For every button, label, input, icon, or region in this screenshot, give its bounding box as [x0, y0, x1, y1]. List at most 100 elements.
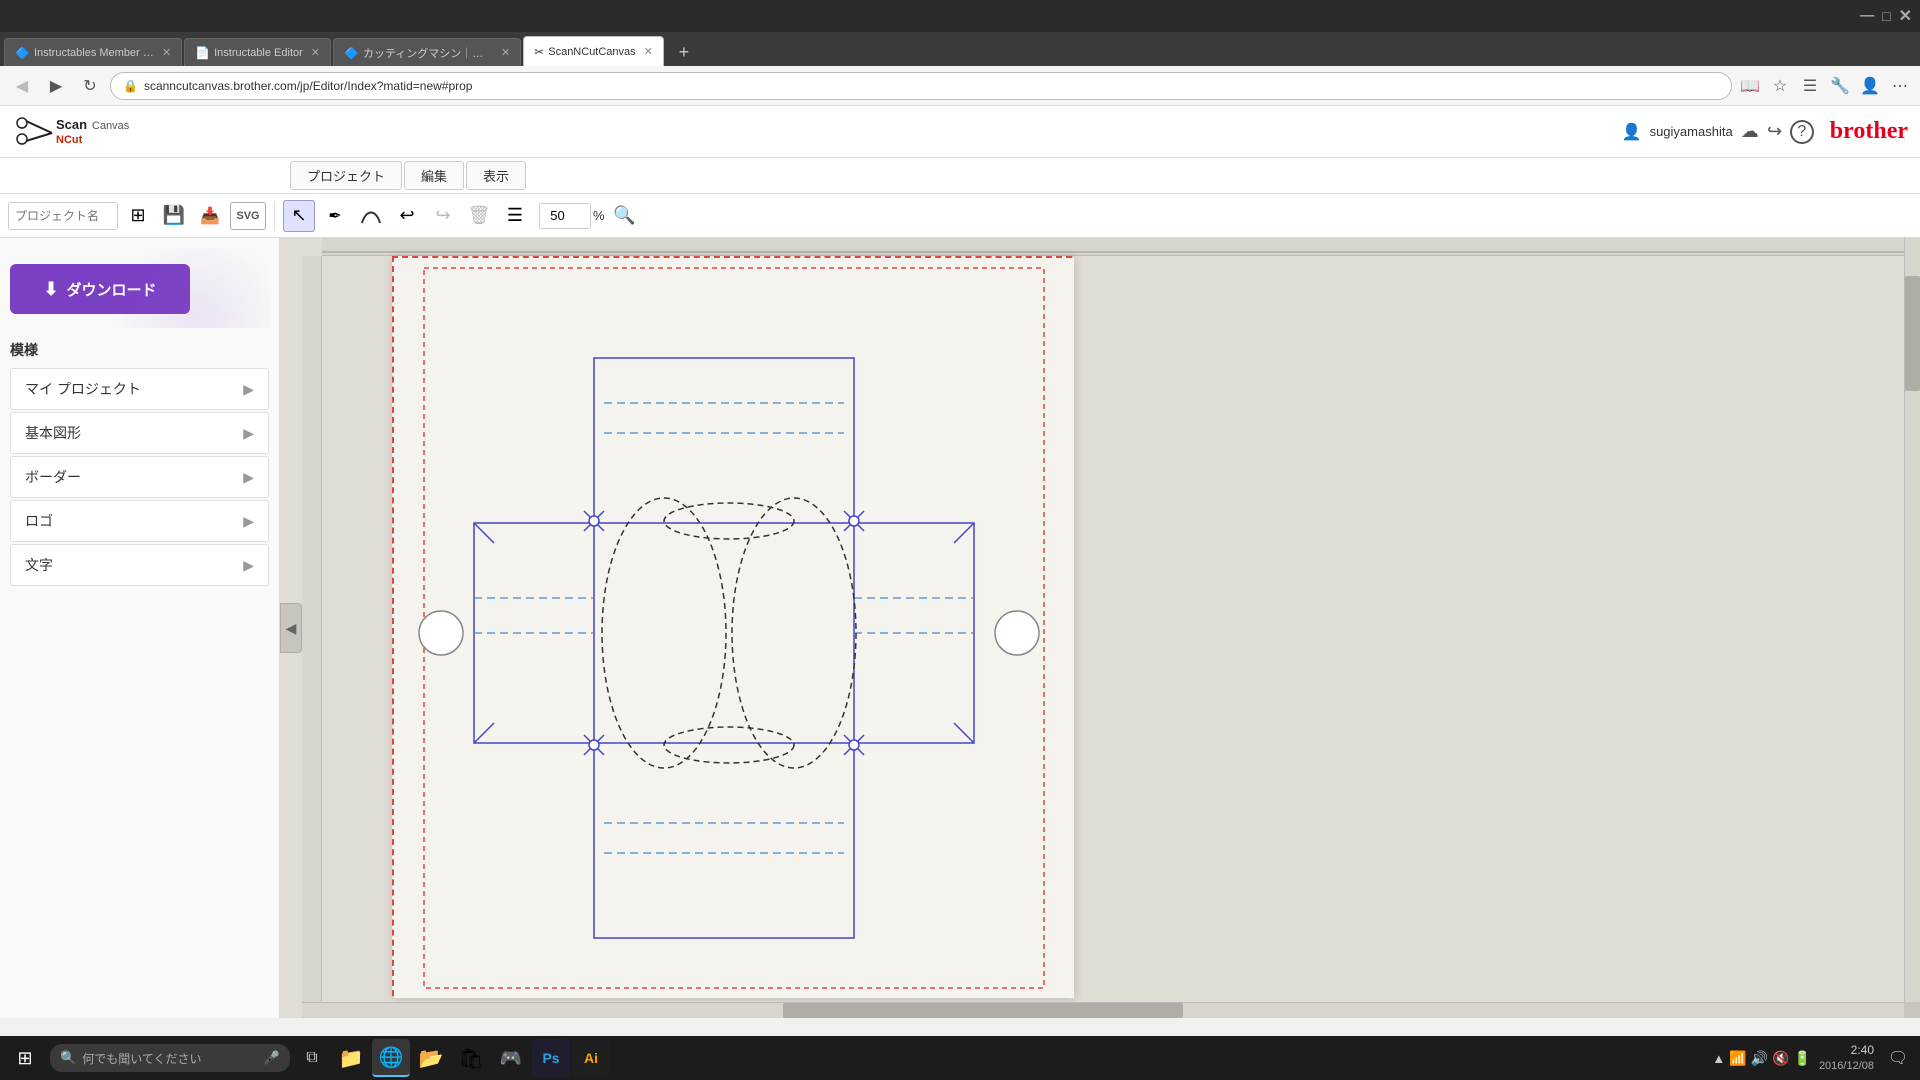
brother-brand-logo: brother [1830, 118, 1908, 145]
new-tab-button[interactable]: + [670, 38, 698, 66]
taskbar-clock[interactable]: 2:40 2016/12/08 [1819, 1043, 1874, 1073]
reload-button[interactable]: ↻ [76, 72, 104, 100]
cutting-mat[interactable] [392, 256, 1072, 996]
profile-button[interactable]: 👤 [1858, 74, 1882, 98]
back-button[interactable]: ◀ [8, 72, 36, 100]
sidebar-item-basic-shapes[interactable]: 基本図形 ▶ [10, 412, 269, 454]
taskbar-app-edge[interactable]: 🌐 [372, 1039, 410, 1077]
undo-button[interactable]: ↩ [391, 200, 423, 232]
username-label: sugiyamashita [1650, 124, 1733, 139]
menu-view[interactable]: 表示 [466, 161, 526, 190]
app-header: Scan NCut Canvas 👤 sugiyamashita ☁ ↩ ? b… [0, 106, 1920, 158]
curve-tool[interactable] [355, 200, 387, 232]
start-button[interactable]: ⊞ [6, 1039, 44, 1077]
svg-text:Canvas: Canvas [92, 120, 130, 132]
extensions-button[interactable]: 🔧 [1828, 74, 1852, 98]
menu-project[interactable]: プロジェクト [290, 161, 402, 190]
chevron-right-icon-3: ▶ [243, 469, 254, 486]
tab-close-2[interactable]: ✕ [311, 46, 320, 59]
sidebar-item-logo[interactable]: ロゴ ▶ [10, 500, 269, 542]
canvas-area: ◀ [280, 238, 1920, 1018]
save-button[interactable]: 💾 [158, 200, 190, 232]
reader-view-button[interactable]: 📖 [1738, 74, 1762, 98]
tab-label-2: Instructable Editor [214, 47, 303, 59]
search-button[interactable]: 🔍 [609, 200, 641, 232]
chevron-right-icon-4: ▶ [243, 513, 254, 530]
more-button[interactable]: ⋯ [1888, 74, 1912, 98]
svg-button[interactable]: SVG [230, 202, 266, 230]
browser-tab-2[interactable]: 📄 Instructable Editor ✕ [184, 38, 331, 66]
export-button[interactable]: ↩ [1767, 121, 1782, 142]
design-canvas[interactable] [394, 258, 1074, 998]
taskbar: ⊞ 🔍 何でも聞いてください 🎤 ⧉ 📁 🌐 📂 🛍 🎮 Ps Ai ▲ 📶 🔊… [0, 1036, 1920, 1080]
tab-close-4[interactable]: ✕ [644, 45, 653, 58]
grid-button[interactable]: ⊞ [122, 200, 154, 232]
sidebar-item-my-projects[interactable]: マイ プロジェクト ▶ [10, 368, 269, 410]
taskbar-app-store[interactable]: 🛍 [452, 1039, 490, 1077]
chevron-right-icon-2: ▶ [243, 425, 254, 442]
horizontal-scrollbar[interactable] [302, 1002, 1904, 1018]
taskbar-mic-icon: 🎤 [264, 1050, 280, 1066]
sidebar-menu-list: マイ プロジェクト ▶ 基本図形 ▶ ボーダー ▶ ロゴ ▶ 文字 ▶ [10, 368, 269, 586]
tab-close-3[interactable]: ✕ [501, 46, 510, 59]
clock-date: 2016/12/08 [1819, 1059, 1874, 1073]
tab-label-3: カッティングマシン｜家庭用ミシ... [363, 45, 493, 61]
menu-edit[interactable]: 編集 [404, 161, 464, 190]
logo-svg: Scan NCut Canvas [12, 113, 142, 151]
svg-text:NCut: NCut [56, 134, 83, 146]
cloud-save-button[interactable]: ☁ [1741, 121, 1759, 142]
zoom-input[interactable] [539, 203, 591, 229]
sidebar-item-text[interactable]: 文字 ▶ [10, 544, 269, 586]
tray-mute-icon: 🔇 [1772, 1050, 1789, 1067]
taskbar-search[interactable]: 🔍 何でも聞いてください 🎤 [50, 1044, 290, 1072]
chevron-right-icon-1: ▶ [243, 381, 254, 398]
taskbar-search-icon: 🔍 [60, 1050, 76, 1066]
zoom-percent-label: % [593, 208, 605, 223]
clock-time: 2:40 [1819, 1043, 1874, 1059]
bookmark-button[interactable]: ☆ [1768, 74, 1792, 98]
ruler-horizontal [322, 238, 1904, 256]
browser-menu-button[interactable]: ☰ [1798, 74, 1822, 98]
taskbar-app-explorer[interactable]: 📁 [332, 1039, 370, 1077]
tab-favicon-1: 🔷 [15, 46, 30, 60]
taskbar-app-files[interactable]: 📂 [412, 1039, 450, 1077]
redo-button[interactable]: ↪ [427, 200, 459, 232]
menu-bar: プロジェクト 編集 表示 [0, 158, 1920, 194]
taskbar-app-photoshop[interactable]: Ps [532, 1039, 570, 1077]
select-tool[interactable]: ↖ [283, 200, 315, 232]
layers-button[interactable]: ☰ [499, 200, 531, 232]
tray-show-hidden[interactable]: ▲ [1712, 1051, 1725, 1066]
notification-button[interactable]: 🗨 [1882, 1042, 1914, 1074]
address-bar-input[interactable]: 🔒 scanncutcanvas.brother.com/jp/Editor/I… [110, 72, 1732, 100]
app-logo: Scan NCut Canvas [12, 113, 152, 151]
pen-tool[interactable]: ✒ [319, 200, 351, 232]
tab-close-1[interactable]: ✕ [162, 46, 171, 59]
patterns-section-title: 模様 [10, 340, 269, 360]
browser-tab-4[interactable]: ✂ ScanNCutCanvas ✕ [523, 36, 664, 66]
browser-tab-3[interactable]: 🔷 カッティングマシン｜家庭用ミシ... ✕ [333, 38, 521, 66]
forward-button[interactable]: ▶ [42, 72, 70, 100]
import-button[interactable]: 📥 [194, 200, 226, 232]
canvas-scroll-content [302, 238, 1904, 1002]
help-button[interactable]: ? [1790, 120, 1814, 144]
taskbar-view-button[interactable]: ⧉ [294, 1040, 330, 1076]
tray-sound-icon: 🔊 [1751, 1050, 1768, 1067]
sidebar-collapse-button[interactable]: ◀ [280, 603, 302, 653]
user-icon: 👤 [1622, 122, 1642, 142]
taskbar-app-steam[interactable]: 🎮 [492, 1039, 530, 1077]
taskbar-app-illustrator[interactable]: Ai [572, 1039, 610, 1077]
sidebar: ⬇ ダウンロード 模様 マイ プロジェクト ▶ 基本図形 ▶ ボーダー ▶ [0, 238, 280, 1018]
tab-favicon-3: 🔷 [344, 46, 359, 60]
tab-label-1: Instructables Member : cho... [34, 47, 154, 59]
sidebar-item-border[interactable]: ボーダー ▶ [10, 456, 269, 498]
tray-network-icon: 📶 [1729, 1050, 1746, 1067]
chevron-right-icon-5: ▶ [243, 557, 254, 574]
tab-label-4: ScanNCutCanvas [548, 46, 635, 58]
browser-tab-1[interactable]: 🔷 Instructables Member : cho... ✕ [4, 38, 182, 66]
project-name-input[interactable] [8, 202, 118, 230]
tab-favicon-2: 📄 [195, 46, 210, 60]
delete-button[interactable]: 🗑 [463, 200, 495, 232]
tab-favicon-4: ✂ [534, 45, 544, 59]
vertical-scrollbar[interactable] [1904, 238, 1920, 1002]
ruler-vertical [302, 256, 322, 1002]
